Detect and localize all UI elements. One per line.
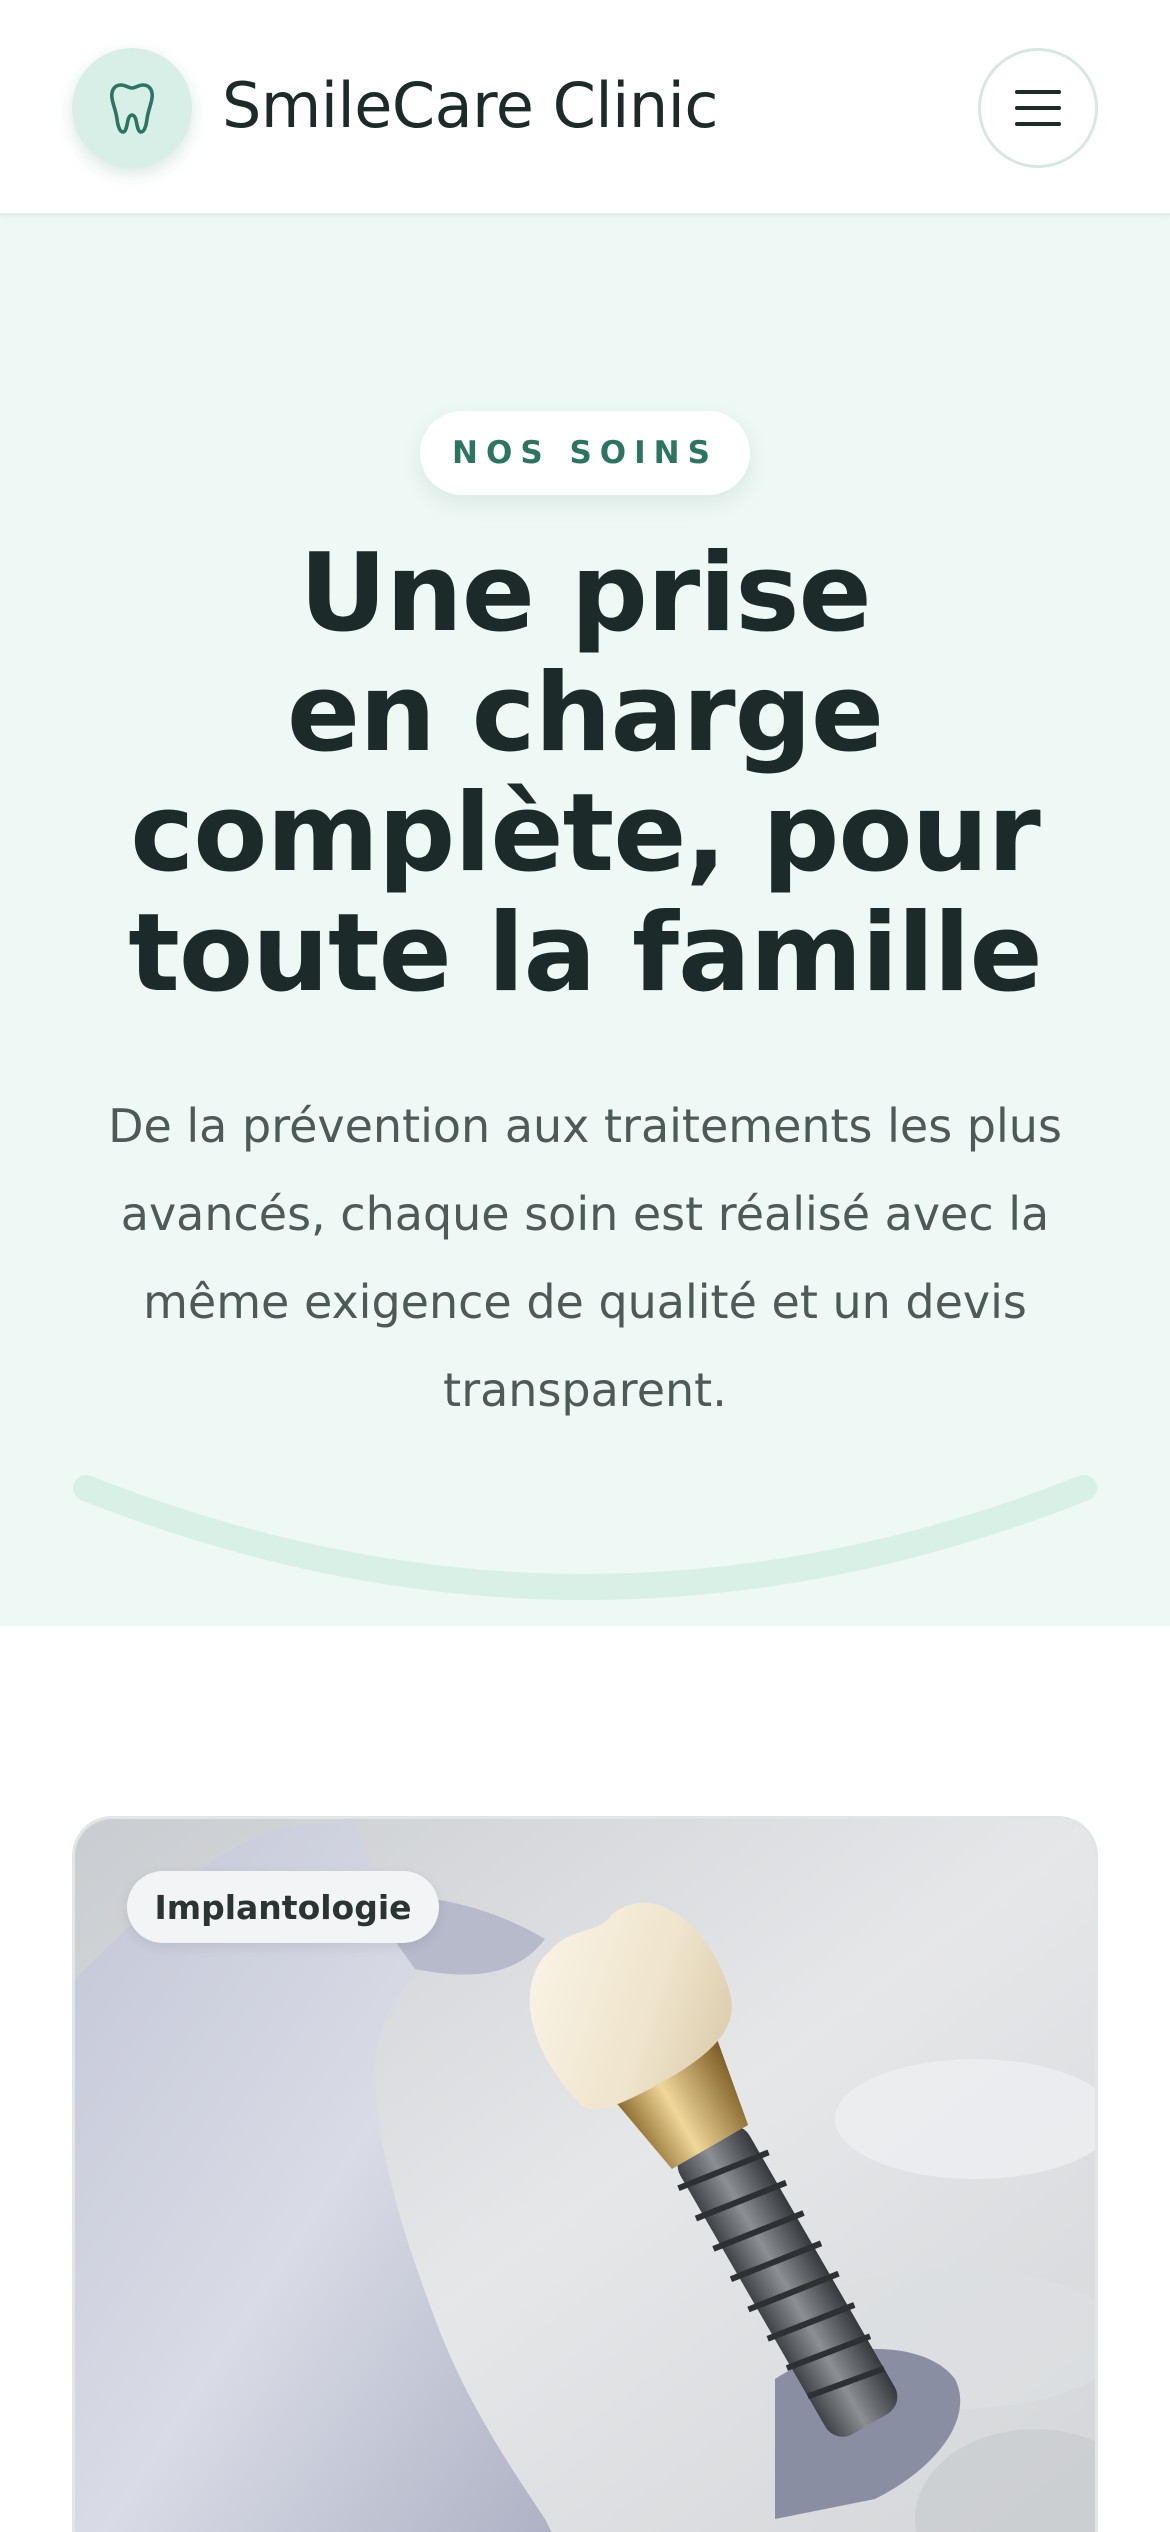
hero-description-line: transparent. [443,1363,727,1417]
category-tag: Implantologie [127,1871,439,1943]
hero-title-line: Une prise [299,531,872,656]
hero-description-line: avancés, chaque soin est réalisé avec la [120,1187,1050,1241]
hero-title-line: toute la famille [128,891,1042,1016]
hero-section: NOS SOINS Une prise en charge complète, … [0,216,1170,1626]
hero-title-line: complète, pour [130,771,1040,896]
brand-name[interactable]: SmileCare Clinic [222,64,718,148]
hero-title: Une prise en charge complète, pour toute… [60,534,1110,1014]
tooth-icon [110,83,154,134]
eyebrow-badge: NOS SOINS [420,411,750,495]
service-card-implantologie[interactable]: Implantologie [72,1816,1098,2532]
decorative-arc [73,1475,1097,1600]
site-header: SmileCare Clinic [0,0,1170,216]
hero-description-line: De la prévention aux traitements les plu… [108,1099,1062,1153]
menu-button[interactable] [978,48,1098,168]
logo[interactable] [72,48,192,168]
hero-description: De la prévention aux traitements les plu… [60,1082,1110,1434]
hamburger-menu-icon [1015,90,1061,126]
page: SmileCare Clinic NOS SOINS Une prise en … [0,0,1170,2532]
hero-title-line: en charge [286,651,884,776]
hero-description-line: même exigence de qualité et un devis [143,1275,1027,1329]
